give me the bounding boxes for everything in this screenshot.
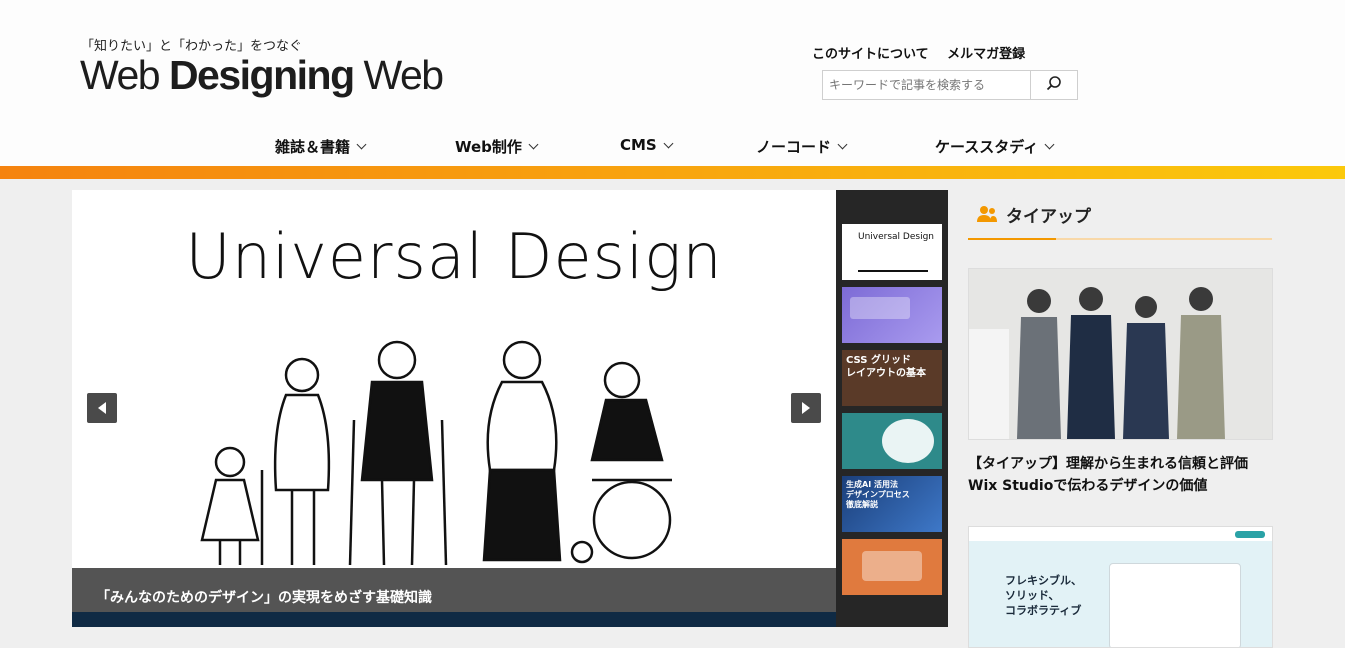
search-button[interactable] bbox=[1030, 71, 1077, 99]
team-photo bbox=[969, 269, 1272, 439]
chevron-down-icon bbox=[837, 139, 848, 150]
logo-text-2: Designing bbox=[168, 52, 355, 98]
nav-label: CMS bbox=[620, 136, 657, 154]
top-links: このサイトについて メルマガ登録 bbox=[812, 43, 1039, 62]
slide-title: Universal Design bbox=[185, 220, 723, 293]
nav-web-production[interactable]: Web制作 bbox=[455, 136, 539, 157]
thumbnail-3[interactable]: CSS グリッド レイアウトの基本 bbox=[842, 350, 942, 406]
nav-label: 雑誌＆書籍 bbox=[275, 138, 351, 156]
chevron-down-icon bbox=[1044, 139, 1055, 150]
slide-caption-text: 「みんなのためのデザイン」の実現をめざす基礎知識 bbox=[96, 590, 432, 606]
thumbnail-text: 生成AI 活用法 デザインプロセス 徹底解説 bbox=[846, 480, 910, 509]
search-icon bbox=[1046, 75, 1062, 95]
nav-label: ケーススタディ bbox=[935, 138, 1039, 156]
nav-nocode[interactable]: ノーコード bbox=[756, 136, 848, 157]
card2-line-2: ソリッド、 bbox=[1005, 589, 1060, 602]
featured-slider[interactable]: Universal Design 「みんなのためのデザイン」の実現をめざす基礎知… bbox=[72, 190, 836, 627]
nav-label: ノーコード bbox=[756, 138, 832, 156]
thumbnail-text: Universal Design bbox=[858, 232, 934, 242]
card2-headline: フレキシブル、 ソリッド、 コラボラティブ bbox=[1005, 573, 1082, 618]
slide-footer-strip bbox=[72, 612, 836, 627]
about-link[interactable]: このサイトについて bbox=[812, 47, 929, 62]
card2-line-1: フレキシブル、 bbox=[1005, 574, 1082, 587]
site-logo[interactable]: Web Designing Web bbox=[80, 52, 445, 99]
newsletter-link[interactable]: メルマガ登録 bbox=[947, 47, 1025, 62]
search-box bbox=[822, 70, 1078, 100]
slide-caption[interactable]: 「みんなのためのデザイン」の実現をめざす基礎知識 bbox=[72, 568, 836, 612]
chevron-down-icon bbox=[663, 138, 674, 148]
card2-line-3: コラボラティブ bbox=[1005, 604, 1082, 617]
thumbnail-5[interactable]: 生成AI 活用法 デザインプロセス 徹底解説 bbox=[842, 476, 942, 532]
site-header: 「知りたい」と「わかった」をつなぐ Web Designing Web このサイ… bbox=[0, 0, 1345, 166]
slider-thumbnails: Universal Design CSS グリッド レイアウトの基本 生成AI … bbox=[836, 190, 948, 627]
thumbnail-4[interactable] bbox=[842, 413, 942, 469]
next-slide-button[interactable] bbox=[791, 393, 821, 423]
sidebar-heading-label: タイアップ bbox=[1006, 207, 1091, 227]
search-input[interactable] bbox=[823, 71, 1045, 99]
slide-illustration bbox=[200, 340, 672, 566]
heading-underline bbox=[968, 238, 1272, 240]
tieup-card-title[interactable]: 【タイアップ】理解から生まれる信頼と評価 Wix Studioで伝わるデザインの… bbox=[968, 453, 1278, 497]
tieup-card-image[interactable] bbox=[968, 268, 1273, 440]
accent-bar bbox=[0, 166, 1345, 179]
main-nav: 雑誌＆書籍 Web制作 CMS ノーコード ケーススタディ bbox=[0, 136, 1345, 156]
next-arrow-icon bbox=[801, 399, 811, 418]
prev-slide-button[interactable] bbox=[87, 393, 117, 423]
nav-case-study[interactable]: ケーススタディ bbox=[935, 136, 1055, 157]
logo-text-3: Web bbox=[353, 52, 445, 98]
thumbnail-2[interactable] bbox=[842, 287, 942, 343]
logo-text-1: Web bbox=[80, 52, 169, 98]
chevron-down-icon bbox=[356, 139, 367, 150]
prev-arrow-icon bbox=[97, 399, 107, 418]
nav-label: Web制作 bbox=[455, 138, 522, 156]
chevron-down-icon bbox=[528, 139, 539, 150]
thumbnail-6[interactable] bbox=[842, 539, 942, 595]
nav-cms[interactable]: CMS bbox=[620, 136, 674, 154]
users-icon bbox=[976, 205, 998, 227]
thumbnail-text: CSS グリッド レイアウトの基本 bbox=[846, 355, 926, 379]
thumbnail-1[interactable]: Universal Design bbox=[842, 224, 942, 280]
tieup-card-2[interactable]: フレキシブル、 ソリッド、 コラボラティブ bbox=[968, 526, 1273, 648]
nav-magazine-books[interactable]: 雑誌＆書籍 bbox=[275, 136, 367, 157]
sidebar-heading: タイアップ bbox=[968, 200, 1272, 240]
